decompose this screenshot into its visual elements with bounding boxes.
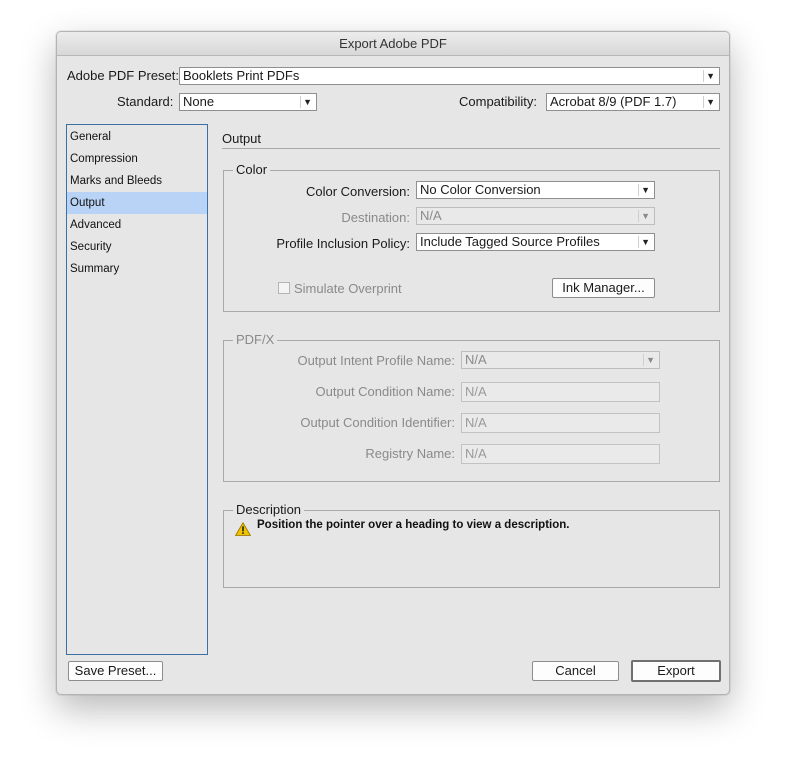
title-divider [222,148,720,149]
output-condition-name-field[interactable]: N/A [461,382,660,402]
chevron-down-icon: ▼ [641,211,650,221]
chevron-down-icon: ▼ [303,97,312,107]
standard-select[interactable]: None ▼ [179,93,317,111]
preset-label: Adobe PDF Preset: [67,68,179,83]
destination-select[interactable]: N/A ▼ [416,207,655,225]
preset-select[interactable]: Booklets Print PDFs ▼ [179,67,720,85]
sidebar-item-general[interactable]: General [67,126,207,148]
color-conversion-select[interactable]: No Color Conversion ▼ [416,181,655,199]
output-condition-identifier-field[interactable]: N/A [461,413,660,433]
warning-icon [235,522,251,536]
simulate-overprint-label: Simulate Overprint [294,281,402,296]
compatibility-value: Acrobat 8/9 (PDF 1.7) [550,94,677,109]
ink-manager-button[interactable]: Ink Manager... [552,278,655,298]
pdfx-group-legend: PDF/X [233,333,278,347]
chevron-down-icon: ▼ [641,237,650,247]
output-condition-name-label: Output Condition Name: [315,384,455,399]
select-separator [643,354,644,366]
select-separator [703,70,704,82]
output-intent-value: N/A [465,352,487,367]
simulate-overprint-checkbox[interactable] [278,282,290,294]
description-text: Position the pointer over a heading to v… [257,519,570,531]
select-separator [300,96,301,108]
chevron-down-icon: ▼ [641,185,650,195]
compatibility-select[interactable]: Acrobat 8/9 (PDF 1.7) ▼ [546,93,720,111]
destination-value: N/A [420,208,442,223]
select-separator [638,184,639,196]
standard-label: Standard: [117,94,174,109]
sidebar-item-security[interactable]: Security [67,236,207,258]
select-separator [703,96,704,108]
export-button[interactable]: Export [631,660,721,682]
output-intent-label: Output Intent Profile Name: [297,353,455,368]
window-title: Export Adobe PDF [57,32,729,56]
select-separator [638,210,639,222]
profile-policy-value: Include Tagged Source Profiles [420,234,600,249]
sidebar-item-output[interactable]: Output [67,192,207,214]
chevron-down-icon: ▼ [706,97,715,107]
select-separator [638,236,639,248]
registry-name-label: Registry Name: [365,446,455,461]
cancel-button[interactable]: Cancel [532,661,619,681]
destination-label: Destination: [341,210,410,225]
preset-value: Booklets Print PDFs [183,68,300,83]
category-sidebar: General Compression Marks and Bleeds Out… [66,124,208,655]
standard-value: None [183,94,215,109]
description-group-legend: Description [233,503,305,517]
sidebar-item-advanced[interactable]: Advanced [67,214,207,236]
profile-policy-select[interactable]: Include Tagged Source Profiles ▼ [416,233,655,251]
compatibility-label: Compatibility: [459,94,538,109]
chevron-down-icon: ▼ [646,355,655,365]
sidebar-item-compression[interactable]: Compression [67,148,207,170]
output-intent-select[interactable]: N/A ▼ [461,351,660,369]
sidebar-item-summary[interactable]: Summary [67,258,207,280]
color-group-legend: Color [233,163,271,177]
color-conversion-label: Color Conversion: [305,184,410,199]
sidebar-item-marks-and-bleeds[interactable]: Marks and Bleeds [67,170,207,192]
color-conversion-value: No Color Conversion [420,182,541,197]
save-preset-button[interactable]: Save Preset... [68,661,163,681]
output-condition-identifier-label: Output Condition Identifier: [300,415,455,430]
profile-policy-label: Profile Inclusion Policy: [276,236,410,251]
chevron-down-icon: ▼ [706,71,715,81]
export-pdf-dialog: Export Adobe PDF Adobe PDF Preset: Bookl… [56,31,730,695]
registry-name-field[interactable]: N/A [461,444,660,464]
page-title: Output [222,131,262,146]
